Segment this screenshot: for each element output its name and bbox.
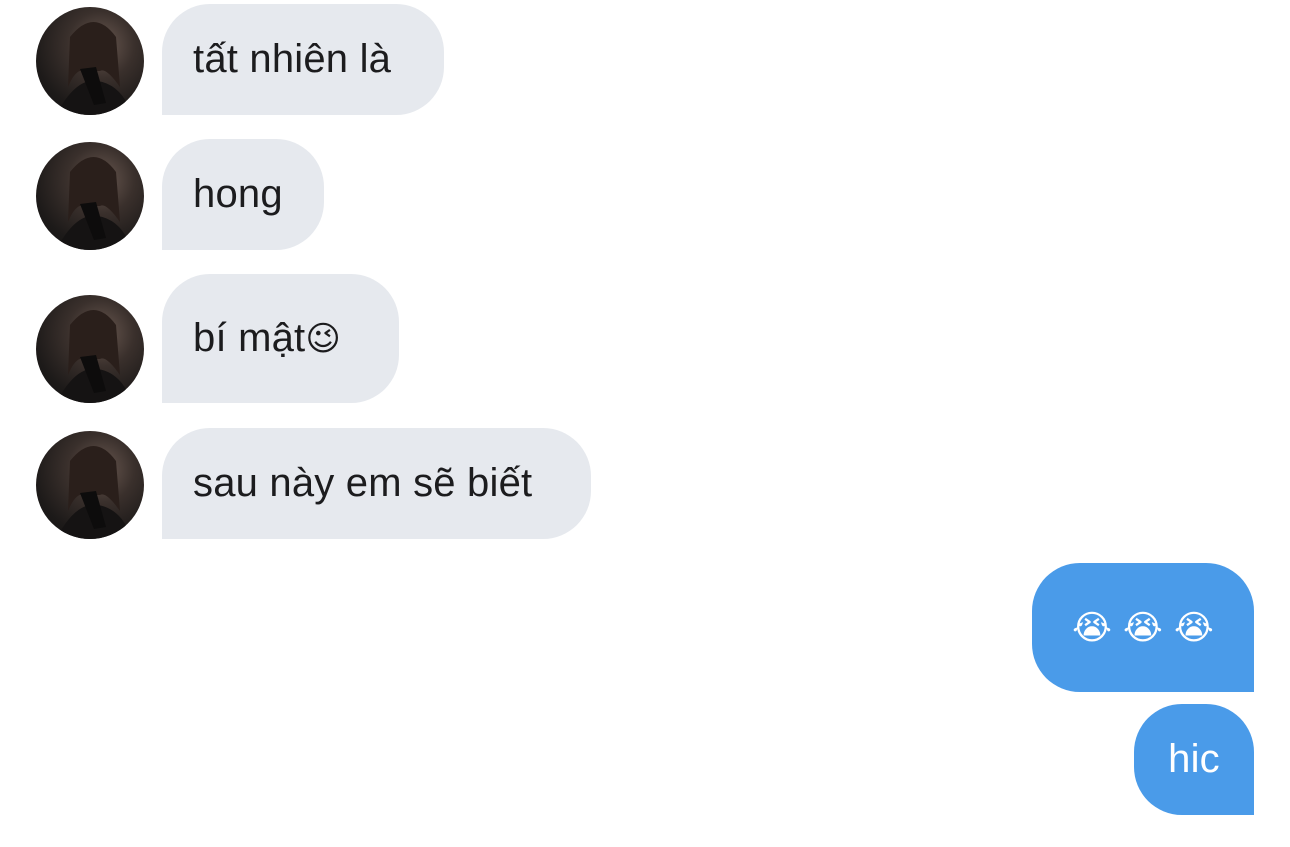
crying-emoji-icon: 😭 😭 😭 (1072, 607, 1214, 648)
message-text: hic (1168, 737, 1220, 781)
wink-emoji-icon: 😉 (305, 318, 342, 359)
incoming-message-bubble[interactable]: tất nhiên là (162, 4, 444, 115)
avatar-photo (56, 446, 132, 539)
avatar-photo (56, 310, 132, 403)
incoming-message-bubble[interactable]: bí mật 😉 (162, 274, 399, 403)
incoming-message-bubble[interactable]: hong (162, 139, 324, 250)
contact-avatar[interactable] (36, 7, 144, 115)
contact-avatar[interactable] (36, 142, 144, 250)
message-text: tất nhiên là (193, 37, 392, 81)
outgoing-message-bubble[interactable]: hic (1134, 704, 1254, 815)
outgoing-message-bubble[interactable]: 😭 😭 😭 (1032, 563, 1254, 692)
contact-avatar[interactable] (36, 295, 144, 403)
message-text: sau này em sẽ biết (193, 461, 533, 505)
message-text: hong (193, 172, 283, 216)
incoming-message-bubble[interactable]: sau này em sẽ biết (162, 428, 591, 539)
contact-avatar[interactable] (36, 431, 144, 539)
avatar-photo (56, 22, 132, 115)
message-text: bí mật (193, 316, 306, 360)
avatar-photo (56, 157, 132, 250)
